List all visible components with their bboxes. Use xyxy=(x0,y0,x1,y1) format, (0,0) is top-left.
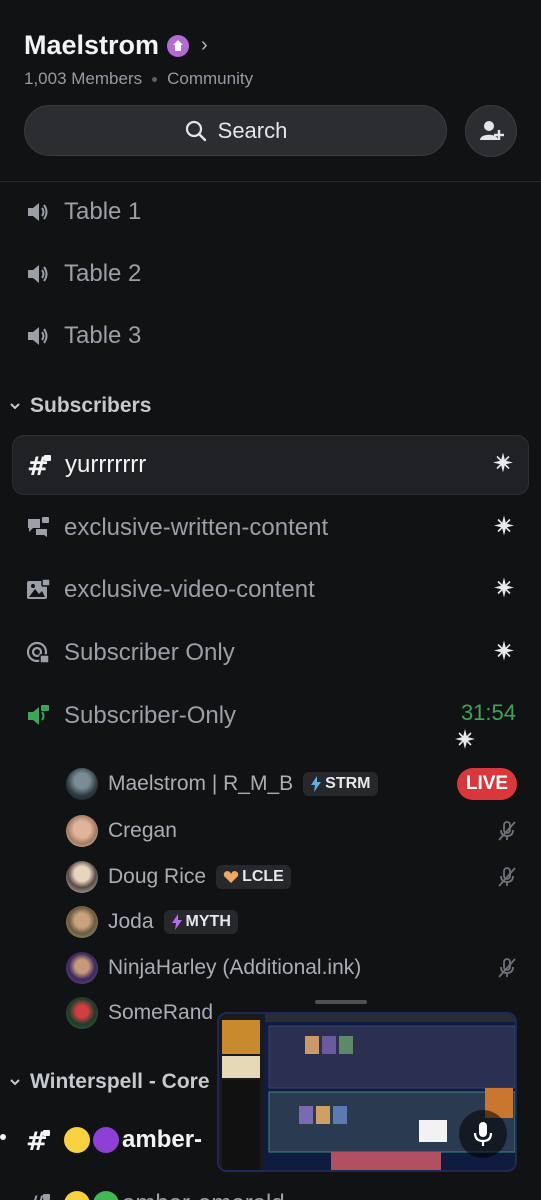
channel-label: Subscriber-Only xyxy=(64,702,237,729)
channel-subscriber-only-stage[interactable]: Subscriber Only xyxy=(12,625,529,681)
muted-mic-icon xyxy=(496,820,518,847)
microphone-icon xyxy=(473,1122,493,1146)
forum-locked-icon xyxy=(24,514,52,542)
sparkle-icon xyxy=(493,515,515,542)
speaker-icon xyxy=(24,260,52,288)
member-count: 1,003 Members xyxy=(24,69,143,88)
speaker-icon xyxy=(24,322,52,350)
heart-icon xyxy=(223,871,239,883)
clan-tag: LCLE xyxy=(216,865,291,889)
voice-channel-table-2[interactable]: Table 2 xyxy=(12,246,529,302)
avatar xyxy=(66,861,98,893)
channel-label: amber-emerald xyxy=(122,1190,285,1200)
voice-member[interactable]: Cregan xyxy=(66,811,177,851)
mic-button[interactable] xyxy=(459,1110,507,1158)
channel-exclusive-video-content[interactable]: exclusive-video-content xyxy=(12,562,529,618)
muted-mic-icon xyxy=(496,957,518,984)
live-badge: LIVE xyxy=(457,768,517,800)
channel-exclusive-written-content[interactable]: exclusive-written-content xyxy=(12,500,529,556)
channel-label: Table 3 xyxy=(64,322,142,349)
voice-member[interactable]: SomeRand xyxy=(66,993,213,1033)
channel-subscriber-only-voice[interactable]: Subscriber-Only xyxy=(12,688,529,744)
voice-duration: 31:54 xyxy=(460,700,516,725)
lightning-icon xyxy=(311,776,322,792)
stream-pip-window[interactable] xyxy=(217,1012,517,1172)
voice-member[interactable]: Maelstrom | R_M_B STRM xyxy=(66,764,378,804)
member-name: Cregan xyxy=(108,819,177,842)
server-type: Community xyxy=(167,69,254,88)
channel-label: yurrrrrrr xyxy=(65,451,147,478)
add-user-icon xyxy=(480,121,504,140)
muted-mic-icon xyxy=(496,866,518,893)
search-icon xyxy=(185,120,206,141)
server-meta: 1,003 Members Community xyxy=(24,69,253,89)
member-name: Joda xyxy=(108,910,154,933)
server-header: Maelstrom › 1,003 Members Community Sear… xyxy=(0,0,541,182)
sparkle-icon xyxy=(493,640,515,667)
boost-badge-icon xyxy=(167,34,190,57)
sparkle-icon xyxy=(454,728,476,755)
sparkle-icon xyxy=(492,452,514,479)
channel-yurrrrrrr[interactable]: # yurrrrrrr xyxy=(12,435,529,495)
voice-member[interactable]: Doug Rice LCLE xyxy=(66,857,291,897)
clan-tag-label: MYTH xyxy=(185,913,231,930)
green-circle-icon xyxy=(93,1191,119,1200)
pip-handle[interactable] xyxy=(315,1000,367,1004)
channel-label: exclusive-written-content xyxy=(64,514,329,541)
member-name: Doug Rice xyxy=(108,865,207,888)
yellow-circle-icon xyxy=(64,1127,90,1153)
unread-indicator xyxy=(0,1134,6,1140)
channel-label: exclusive-video-content xyxy=(64,576,315,603)
clan-tag: MYTH xyxy=(163,910,238,934)
voice-channel-table-3[interactable]: Table 3 xyxy=(12,308,529,364)
member-name: NinjaHarley (Additional.ink) xyxy=(108,956,362,979)
avatar xyxy=(66,952,98,984)
category-winterspell-core[interactable]: Winterspell - Core xyxy=(8,1066,210,1098)
lightning-icon xyxy=(171,914,182,930)
clan-tag: STRM xyxy=(303,772,378,796)
speaker-icon xyxy=(24,198,52,226)
channel-label: Subscriber Only xyxy=(64,639,235,666)
purple-circle-icon xyxy=(93,1127,119,1153)
category-subscribers[interactable]: Subscribers xyxy=(8,390,151,422)
media-locked-icon xyxy=(24,576,52,604)
yellow-circle-icon xyxy=(64,1191,90,1200)
locked-hashtag-icon: # xyxy=(24,1190,52,1200)
channel-amber-emerald[interactable]: # amber-emerald xyxy=(12,1176,529,1200)
voice-member[interactable]: Joda MYTH xyxy=(66,902,238,942)
clan-tag-label: STRM xyxy=(325,775,371,792)
chevron-down-icon xyxy=(8,1077,22,1087)
search-button[interactable]: Search xyxy=(24,105,447,156)
stage-locked-icon xyxy=(24,639,52,667)
channel-label: Table 2 xyxy=(64,260,142,287)
avatar xyxy=(66,815,98,847)
avatar xyxy=(66,906,98,938)
locked-hashtag-icon: # xyxy=(25,451,53,479)
channel-label: amber- xyxy=(122,1126,203,1153)
server-title[interactable]: Maelstrom › xyxy=(24,30,208,61)
invite-button[interactable] xyxy=(465,105,517,157)
member-name: Maelstrom | R_M_B xyxy=(108,772,294,795)
category-label: Subscribers xyxy=(30,394,152,417)
search-label: Search xyxy=(217,117,288,143)
avatar xyxy=(66,768,98,800)
member-name: SomeRand xyxy=(108,1001,214,1024)
voice-channel-table-1[interactable]: Table 1 xyxy=(12,184,529,240)
speaker-locked-green-icon xyxy=(24,702,52,730)
server-name[interactable]: Maelstrom xyxy=(24,30,159,61)
category-label: Winterspell - Core xyxy=(30,1070,210,1093)
sparkle-icon xyxy=(493,577,515,604)
separator-dot xyxy=(152,76,158,82)
locked-hashtag-icon: # xyxy=(24,1126,52,1154)
avatar xyxy=(66,997,98,1029)
channel-label: Table 1 xyxy=(64,198,142,225)
voice-member[interactable]: NinjaHarley (Additional.ink) xyxy=(66,948,361,988)
chevron-right-icon: › xyxy=(201,34,208,56)
chevron-down-icon xyxy=(8,401,22,411)
clan-tag-label: LCLE xyxy=(242,868,284,885)
